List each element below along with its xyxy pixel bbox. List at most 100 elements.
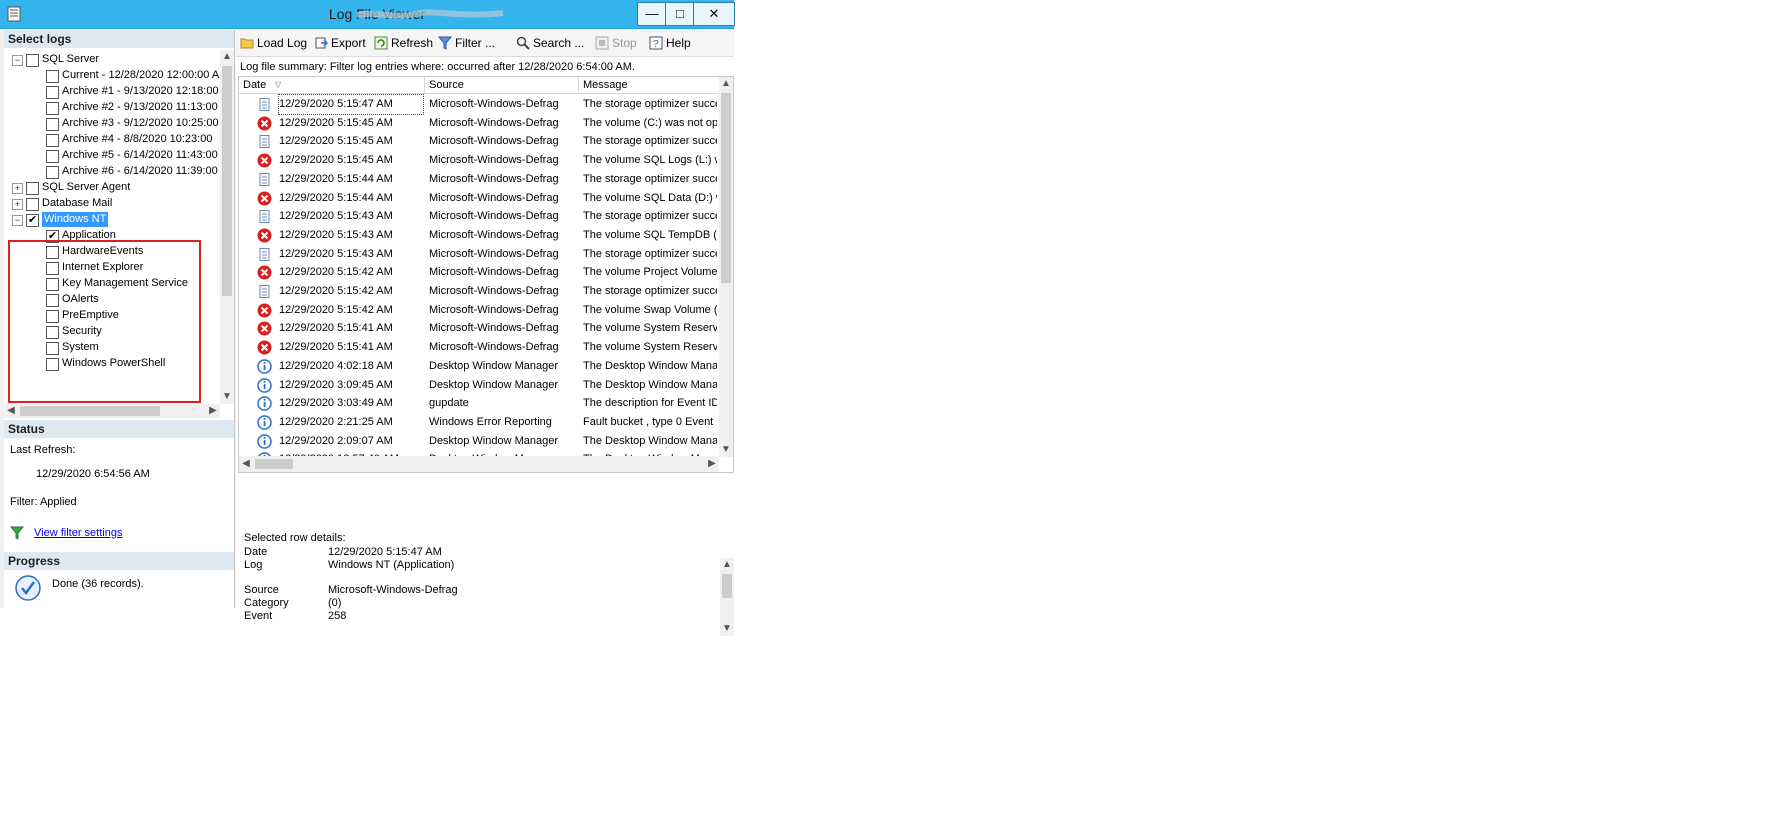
export-icon (315, 37, 328, 49)
maximize-button[interactable]: □ (665, 2, 695, 26)
cell-source: Microsoft-Windows-Defrag (429, 303, 559, 316)
log-checkbox[interactable] (46, 86, 59, 99)
search-button[interactable]: Search ... (516, 34, 584, 52)
view-filter-settings-link[interactable]: View filter settings (34, 527, 122, 539)
grid-scroll-up-icon[interactable]: ▲ (719, 77, 733, 91)
details-scroll-down-icon[interactable]: ▼ (720, 622, 734, 636)
cell-source: Microsoft-Windows-Defrag (429, 285, 559, 297)
table-row[interactable]: 12/29/2020 2:21:25 AM Windows Error Repor… (239, 413, 719, 432)
stop-button[interactable]: Stop (595, 34, 637, 52)
export-button[interactable]: Export (314, 34, 366, 52)
tree-node[interactable]: − SQL Server (4, 52, 220, 67)
log-checkbox[interactable] (26, 182, 39, 195)
log-checkbox[interactable] (46, 166, 59, 179)
table-row[interactable]: 12/29/2020 2:09:07 AM Desktop Window Mana… (239, 432, 719, 451)
scroll-right-icon[interactable]: ▶ (206, 404, 220, 418)
grid-horizontal-scrollbar[interactable]: ◀ ▶ (239, 456, 719, 472)
minimize-button[interactable]: — (637, 2, 667, 26)
grid-scroll-thumb[interactable] (721, 93, 731, 283)
close-button[interactable]: ✕ (693, 2, 735, 26)
cell-message: The storage optimizer success (583, 172, 717, 185)
details-scroll-up-icon[interactable]: ▲ (720, 558, 734, 572)
tree-hscroll-thumb[interactable] (20, 406, 160, 416)
tree-node[interactable]: Archive #1 - 9/13/2020 12:18:00 (4, 84, 220, 99)
grid-hscroll-thumb[interactable] (255, 459, 293, 469)
details-scroll-thumb[interactable] (722, 574, 732, 598)
collapse-icon[interactable]: − (12, 215, 23, 226)
tree-node[interactable]: Current - 12/28/2020 12:00:00 A (4, 68, 220, 83)
cell-message: The description for Event ID 0 (583, 397, 717, 410)
log-checkbox[interactable] (26, 54, 39, 67)
cell-source: Microsoft-Windows-Defrag (429, 98, 559, 110)
table-row[interactable]: 12/29/2020 5:15:43 AM Microsoft-Windows-D… (239, 207, 719, 226)
table-row[interactable]: 12/29/2020 4:02:18 AM Desktop Window Mana… (239, 357, 719, 376)
log-checkbox[interactable] (46, 102, 59, 115)
table-row[interactable]: 12/29/2020 3:09:45 AM Desktop Window Mana… (239, 376, 719, 395)
cell-date: 12/29/2020 5:15:45 AM (279, 154, 393, 167)
log-checkbox[interactable] (46, 118, 59, 131)
column-date[interactable]: Date ▽ (239, 77, 425, 93)
log-checkbox[interactable] (26, 198, 39, 211)
last-refresh-value: 12/29/2020 6:54:56 AM (36, 468, 150, 480)
tree-node[interactable]: + SQL Server Agent (4, 180, 220, 195)
table-row[interactable]: 12/29/2020 5:15:41 AM Microsoft-Windows-D… (239, 319, 719, 338)
column-message[interactable]: Message (579, 77, 719, 93)
table-row[interactable]: 12/29/2020 5:15:43 AM Microsoft-Windows-D… (239, 245, 719, 264)
document-icon (259, 247, 270, 261)
progress-header: Progress (4, 552, 234, 570)
scroll-left-icon[interactable]: ◀ (4, 404, 18, 418)
table-row[interactable]: 12/29/2020 5:15:42 AM Microsoft-Windows-D… (239, 263, 719, 282)
table-row[interactable]: 12/29/2020 5:15:47 AM Microsoft-Windows-D… (239, 94, 719, 115)
scroll-up-icon[interactable]: ▲ (220, 50, 234, 64)
details-vertical-scrollbar[interactable]: ▲ ▼ (720, 558, 734, 636)
help-icon: ? (649, 36, 663, 50)
window-title: Log File Viewer (328, 6, 426, 22)
tree-node[interactable]: Archive #5 - 6/14/2020 11:43:00 (4, 148, 220, 163)
grid-scroll-right-icon[interactable]: ▶ (705, 457, 719, 471)
search-icon (516, 36, 530, 50)
tree-horizontal-scrollbar[interactable]: ◀ ▶ (4, 404, 220, 418)
help-button[interactable]: ? Help (649, 34, 691, 52)
table-row[interactable]: 12/29/2020 5:15:44 AM Microsoft-Windows-D… (239, 189, 719, 208)
column-source[interactable]: Source (425, 77, 579, 93)
tree-node[interactable]: − ✔ Windows NT (4, 212, 220, 227)
cell-message: The storage optimizer success (583, 210, 717, 223)
detail-label: Source (244, 584, 279, 596)
detail-label: Event (244, 610, 273, 622)
expand-icon[interactable]: + (12, 183, 23, 194)
log-checkbox[interactable] (46, 134, 59, 147)
table-row[interactable]: 12/29/2020 5:15:45 AM Microsoft-Windows-D… (239, 151, 719, 170)
title-bar[interactable]: Log File Viewer — □ ✕ (0, 0, 735, 29)
grid-scroll-down-icon[interactable]: ▼ (719, 443, 733, 457)
log-checkbox[interactable] (46, 150, 59, 163)
table-row[interactable]: 12/29/2020 3:03:49 AM gupdate The descript… (239, 394, 719, 413)
table-row[interactable]: 12/29/2020 5:15:41 AM Microsoft-Windows-D… (239, 338, 719, 357)
table-row[interactable]: 12/29/2020 5:15:42 AM Microsoft-Windows-D… (239, 282, 719, 301)
log-checkbox[interactable]: ✔ (26, 214, 39, 227)
tree-vertical-scrollbar[interactable]: ▲ ▼ (220, 50, 234, 404)
cell-source: Microsoft-Windows-Defrag (429, 210, 559, 223)
tree-node[interactable]: Archive #3 - 9/12/2020 10:25:00 (4, 116, 220, 131)
expand-icon[interactable]: + (12, 199, 23, 210)
log-checkbox[interactable] (46, 70, 59, 83)
table-row[interactable]: 12/29/2020 5:15:45 AM Microsoft-Windows-D… (239, 132, 719, 151)
tree-node-label: Database Mail (42, 197, 113, 209)
tree-node[interactable]: Archive #6 - 6/14/2020 11:39:00 (4, 164, 220, 179)
tree-node[interactable]: Archive #4 - 8/8/2020 10:23:00 (4, 132, 220, 147)
scroll-down-icon[interactable]: ▼ (220, 390, 234, 404)
grid-scroll-left-icon[interactable]: ◀ (239, 457, 253, 471)
table-row[interactable]: 12/29/2020 5:15:44 AM Microsoft-Windows-D… (239, 170, 719, 189)
tree-node[interactable]: + Database Mail (4, 196, 220, 211)
filter-icon (438, 36, 452, 50)
filter-button[interactable]: Filter ... (438, 34, 495, 52)
grid-vertical-scrollbar[interactable]: ▲ ▼ (719, 77, 733, 457)
table-row[interactable]: 12/29/2020 5:15:45 AM Microsoft-Windows-D… (239, 114, 719, 133)
collapse-icon[interactable]: − (12, 55, 23, 66)
refresh-button[interactable]: Refresh (374, 34, 433, 52)
tree-node[interactable]: Archive #2 - 9/13/2020 11:13:00 (4, 100, 220, 115)
table-row[interactable]: 12/29/2020 5:15:43 AM Microsoft-Windows-D… (239, 226, 719, 245)
filter-status: Filter: Applied (10, 496, 77, 508)
load-log-button[interactable]: Load Log (240, 34, 307, 52)
table-row[interactable]: 12/29/2020 5:15:42 AM Microsoft-Windows-D… (239, 301, 719, 320)
tree-scroll-thumb[interactable] (222, 66, 232, 296)
